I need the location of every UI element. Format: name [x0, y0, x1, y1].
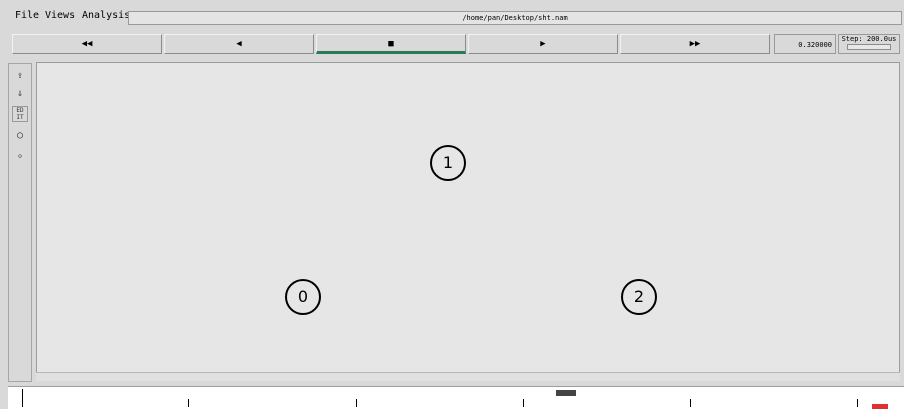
step-slider[interactable] — [847, 44, 891, 50]
timeline-bar[interactable] — [8, 386, 904, 409]
timeline-tick — [356, 399, 357, 407]
edit-toolbar: ⇪ ⇓ ED IT ○ ◇ — [8, 63, 32, 382]
stop-button[interactable]: ■ — [316, 34, 466, 54]
zoom-in-icon[interactable]: ⇪ — [12, 68, 28, 84]
playback-controls: ◀◀ ◀ ■ ▶ ▶▶ — [0, 32, 904, 56]
step-back-button[interactable]: ◀ — [164, 34, 314, 54]
current-time-display: 0.320000 — [774, 34, 836, 54]
menu-analysis[interactable]: Analysis — [82, 10, 130, 21]
timeline-tick — [523, 399, 524, 407]
zoom-out-icon[interactable]: ⇓ — [12, 86, 28, 102]
edit-icon[interactable]: ED IT — [12, 106, 28, 122]
timeline-end-marker — [872, 404, 888, 409]
horizontal-scrollbar[interactable] — [36, 372, 900, 381]
menu-views[interactable]: Views — [45, 10, 75, 21]
step-control[interactable]: Step: 200.0us — [838, 34, 900, 54]
stop-icon: ■ — [388, 39, 394, 49]
node-0[interactable]: 0 — [285, 279, 321, 315]
timeline-start-marker — [22, 389, 23, 407]
rewind-button[interactable]: ◀◀ — [12, 34, 162, 54]
step-back-icon: ◀ — [236, 39, 242, 49]
fast-forward-icon: ▶▶ — [689, 39, 701, 49]
menu-bar: File Views Analysis /home/pan/Desktop/sh… — [0, 0, 904, 28]
timeline-tick — [188, 399, 189, 407]
rewind-icon: ◀◀ — [81, 39, 93, 49]
node-1[interactable]: 1 — [430, 145, 466, 181]
fast-forward-button[interactable]: ▶▶ — [620, 34, 770, 54]
timeline-tick — [857, 399, 858, 407]
network-animation-canvas[interactable]: 1 0 2 — [36, 62, 900, 380]
small-node-icon[interactable]: ◇ — [12, 148, 28, 164]
timeline-current-marker[interactable] — [556, 390, 576, 396]
step-label: Step: 200.0us — [841, 35, 897, 43]
menu-file[interactable]: File — [15, 10, 39, 21]
play-button[interactable]: ▶ — [468, 34, 618, 54]
circle-node-icon[interactable]: ○ — [12, 128, 28, 144]
node-2[interactable]: 2 — [621, 279, 657, 315]
file-path-label: /home/pan/Desktop/sht.nam — [128, 11, 902, 25]
timeline-tick — [690, 399, 691, 407]
play-icon: ▶ — [540, 39, 546, 49]
